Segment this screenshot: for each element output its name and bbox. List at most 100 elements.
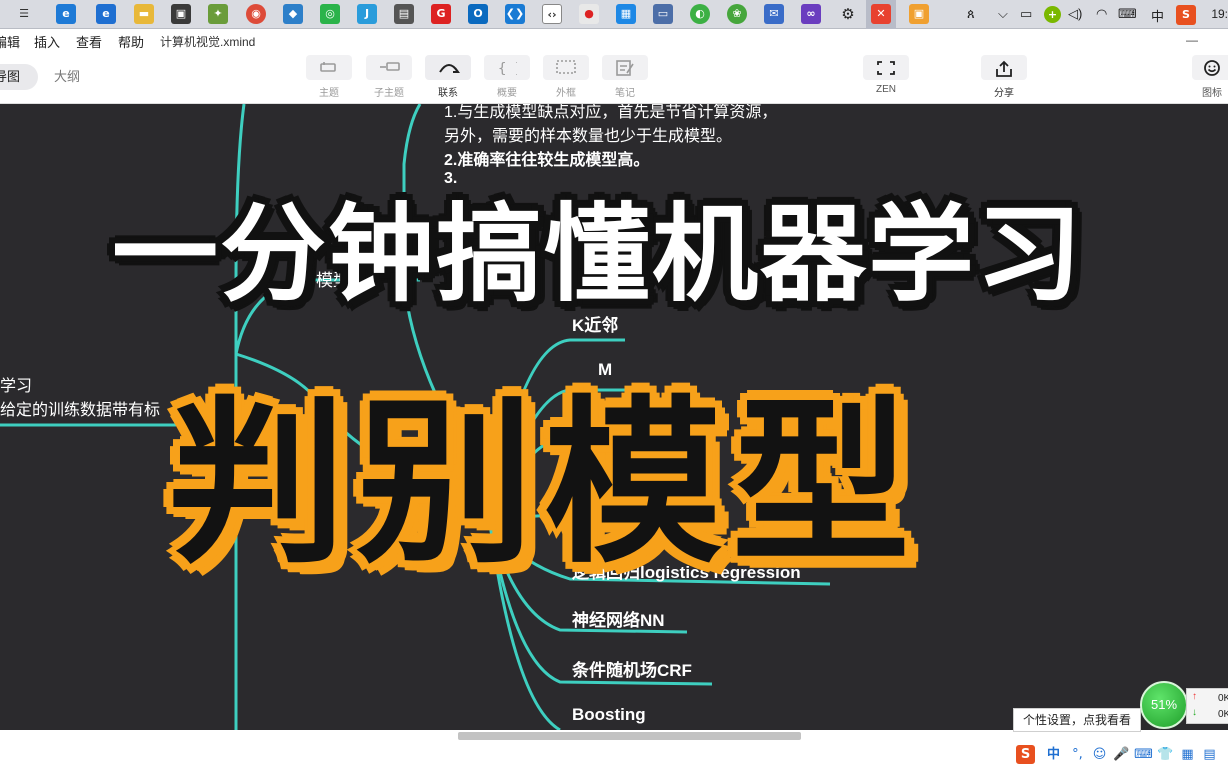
summary-label: 概要 xyxy=(497,88,517,99)
sogou-logo-icon[interactable]: S xyxy=(1016,745,1035,764)
speed-monitor-ball[interactable]: 51% xyxy=(1140,681,1188,729)
emoji-icon[interactable]: ☺ xyxy=(1090,745,1109,764)
subtopic-icon xyxy=(366,55,412,80)
boundary-label: 外框 xyxy=(556,88,576,99)
fullscreen-icon xyxy=(863,55,909,80)
chevron-up-icon[interactable]: ⌵ xyxy=(998,6,1008,22)
boundary-icon xyxy=(543,55,589,80)
vscode-icon[interactable]: ❮❯ xyxy=(505,4,525,24)
edge-browser-icon[interactable]: e xyxy=(96,4,116,24)
icons-label: 图标 xyxy=(1202,88,1222,99)
visual-studio-icon[interactable]: ∞ xyxy=(801,4,821,24)
toolbox-icon[interactable]: ▦ xyxy=(1178,745,1197,764)
code-editor-icon[interactable]: ‹› xyxy=(542,4,562,24)
store-icon[interactable]: ▣ xyxy=(171,4,191,24)
keyboard-icon[interactable]: ⌨ xyxy=(1118,6,1137,22)
volume-icon[interactable]: ◁) xyxy=(1068,6,1082,22)
upload-speed: 0K xyxy=(1218,693,1228,704)
wechat-icon[interactable]: ◎ xyxy=(320,4,340,24)
grid-app-icon[interactable]: ▦ xyxy=(616,4,636,24)
relationship-icon xyxy=(425,55,471,80)
note-line: 另外，需要的样本数量也少于生成模型。 xyxy=(444,128,733,145)
leaf-app-icon[interactable]: ❀ xyxy=(727,4,747,24)
netease-icon[interactable]: G xyxy=(431,4,451,24)
share-label: 分享 xyxy=(994,88,1014,99)
wifi-icon[interactable]: ◠ xyxy=(1096,6,1107,22)
ie-browser-icon[interactable]: e xyxy=(56,4,76,24)
menu-insert[interactable]: 插入 xyxy=(34,32,60,51)
sogou-tray-icon[interactable]: S xyxy=(1176,5,1196,25)
left-node-desc: 给定的训练数据带有标 xyxy=(0,402,161,419)
ime-toolbar: S 中 °, ☺ 🎤 ⌨ 👕 ▦ ▤ xyxy=(0,742,1228,767)
upload-arrow-icon: ↑ xyxy=(1192,691,1197,702)
green-plus-icon[interactable]: + xyxy=(1044,6,1061,23)
note-line: 2.准确率往往较生成模型高。 xyxy=(444,152,650,169)
punctuation-icon[interactable]: °, xyxy=(1068,745,1087,764)
summary-icon: { } xyxy=(484,55,530,80)
terminal-icon[interactable]: ▤ xyxy=(394,4,414,24)
network-speed-panel: ↑ 0K ↓ 0K xyxy=(1186,688,1228,724)
relationship-button[interactable]: 联系 xyxy=(424,55,472,99)
xmind-icon[interactable]: ✕ xyxy=(871,4,891,24)
zen-label: ZEN xyxy=(876,84,896,95)
qq-icon[interactable]: ● xyxy=(579,4,599,24)
ime-mode-toggle[interactable]: 中 xyxy=(1044,745,1063,764)
download-arrow-icon: ↓ xyxy=(1192,707,1197,718)
notes-label: 笔记 xyxy=(615,88,635,99)
app-icon[interactable]: ✦ xyxy=(208,4,228,24)
subtopic-button[interactable]: 子主题 xyxy=(365,55,413,99)
clock[interactable]: 19: xyxy=(1211,7,1228,21)
green-app-icon[interactable]: ◐ xyxy=(690,4,710,24)
topic-label: 主题 xyxy=(319,88,339,99)
ime-language-indicator[interactable]: 中 xyxy=(1151,6,1164,25)
overlay-title: 一分钟搞懂机器学习 xyxy=(112,193,1084,316)
remote-desktop-icon[interactable]: ▭ xyxy=(653,4,673,24)
settings-gear-icon[interactable]: ⚙ xyxy=(838,4,858,24)
download-speed: 0K xyxy=(1218,709,1228,720)
ime-tooltip: 个性设置，点我看看 xyxy=(1013,708,1141,732)
menu-edit[interactable]: 编辑 xyxy=(0,32,20,51)
scrollbar-thumb[interactable] xyxy=(458,732,801,740)
mail-app-icon[interactable]: ✉ xyxy=(764,4,784,24)
subtopic-label: 子主题 xyxy=(374,88,404,99)
icons-panel-button[interactable]: 图标 xyxy=(1188,55,1228,99)
file-explorer-icon[interactable]: ▬ xyxy=(134,4,154,24)
note-line: 1.与生成模型缺点对应，首先是节省计算资源， xyxy=(444,104,778,121)
mindmap-child-node[interactable]: Boosting xyxy=(572,705,646,725)
share-button[interactable]: 分享 xyxy=(980,55,1028,99)
toolbar: 导图 大纲 主题 子主题 联系 { } 概要 外框 笔记 xyxy=(0,51,1228,104)
shield-app-icon[interactable]: ◆ xyxy=(283,4,303,24)
menu-bar: 编辑 插入 查看 帮助 计算机视觉.xmind — xyxy=(0,29,1228,51)
smiley-icon xyxy=(1192,55,1228,80)
mindmap-child-node[interactable]: 神经网络NN xyxy=(572,606,665,631)
tab-mindmap[interactable]: 导图 xyxy=(0,64,38,90)
battery-icon[interactable]: ▭ xyxy=(1020,6,1032,22)
overlay-subtitle: 判别模型 xyxy=(168,380,920,587)
people-icon[interactable]: ጰ xyxy=(967,6,975,22)
notes-button[interactable]: 笔记 xyxy=(601,55,649,99)
menu-view[interactable]: 查看 xyxy=(76,32,102,51)
keyboard-icon[interactable]: ⌨ xyxy=(1134,745,1153,764)
menu-help[interactable]: 帮助 xyxy=(118,32,144,51)
tab-outline[interactable]: 大纲 xyxy=(54,64,80,90)
outlook-icon[interactable]: O xyxy=(468,4,488,24)
share-icon xyxy=(981,55,1027,80)
windows-taskbar: ☰ e e ▬ ▣ ✦ ◉ ◆ ◎ J ▤ G O ❮❯ ‹› ● ▦ ▭ ◐ … xyxy=(0,0,1228,29)
topic-icon xyxy=(306,55,352,80)
minimize-button[interactable]: — xyxy=(1186,33,1198,47)
zen-button[interactable]: ZEN xyxy=(862,55,910,95)
tab-mindmap-label: 导图 xyxy=(0,69,21,84)
summary-button[interactable]: { } 概要 xyxy=(483,55,531,99)
skin-shirt-icon[interactable]: 👕 xyxy=(1156,745,1175,764)
image-viewer-icon[interactable]: ▣ xyxy=(909,4,929,24)
jetbrains-icon[interactable]: J xyxy=(357,4,377,24)
boundary-button[interactable]: 外框 xyxy=(542,55,590,99)
topic-button[interactable]: 主题 xyxy=(305,55,353,99)
microphone-icon[interactable]: 🎤 xyxy=(1112,745,1131,764)
chrome-icon[interactable]: ◉ xyxy=(246,4,266,24)
mindmap-child-node[interactable]: 条件随机场CRF xyxy=(572,656,692,681)
grid-menu-icon[interactable]: ▤ xyxy=(1200,745,1219,764)
left-node-title[interactable]: 学习 xyxy=(0,372,32,396)
task-view-icon[interactable]: ☰ xyxy=(14,4,34,24)
notes-icon xyxy=(602,55,648,80)
